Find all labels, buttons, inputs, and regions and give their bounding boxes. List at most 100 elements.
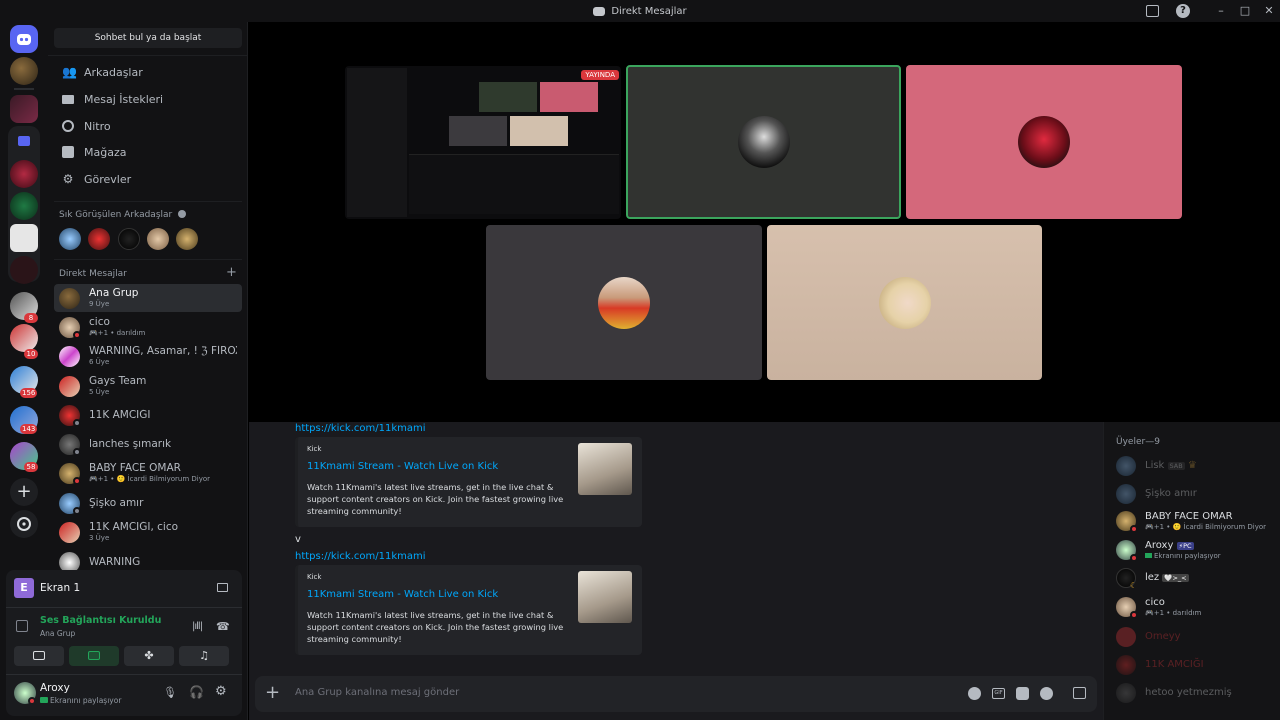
discover-button[interactable] xyxy=(10,510,38,538)
disconnect-icon[interactable]: ☎ xyxy=(216,620,230,633)
maximize-icon[interactable]: □ xyxy=(1238,4,1252,18)
close-icon[interactable]: ✕ xyxy=(1262,4,1276,18)
embed-title[interactable]: 11Kmami Stream - Watch Live on Kick xyxy=(307,461,498,472)
screen-share-tile[interactable]: YAYINDA xyxy=(345,66,621,219)
nav-shop[interactable]: Mağaza xyxy=(54,140,242,164)
divider xyxy=(6,674,242,675)
dm-item[interactable]: Gays Team 5 Üye xyxy=(54,372,242,400)
dm-subtext: 6 Üye xyxy=(89,358,110,366)
member-activity: 🎮+1 • darıldım xyxy=(1145,609,1202,617)
create-dm-icon[interactable]: + xyxy=(226,265,237,280)
embed-description: Watch 11Kmami's latest live streams, get… xyxy=(307,482,564,516)
info-icon[interactable] xyxy=(178,210,187,218)
server-icon[interactable] xyxy=(10,256,38,284)
nav-nitro[interactable]: Nitro xyxy=(54,114,242,138)
help-icon[interactable]: ? xyxy=(1176,4,1190,18)
add-server-icon[interactable]: + xyxy=(10,478,38,506)
connection-strength-icon[interactable] xyxy=(16,620,28,632)
participant-tile[interactable] xyxy=(767,225,1042,380)
emoji-icon[interactable] xyxy=(1040,687,1053,700)
participant-tile[interactable] xyxy=(906,65,1182,219)
dm-item[interactable]: BABY FACE OMAR 🎮+1 • 🙂 İcardi Bilmiyorum… xyxy=(54,459,242,487)
avatar xyxy=(59,346,80,367)
popout-stream-icon[interactable] xyxy=(217,583,228,592)
divider xyxy=(6,607,242,608)
stream-preview-chat xyxy=(409,154,619,214)
participant-tile-speaking[interactable] xyxy=(626,65,901,219)
emoji-sticker-icon[interactable] xyxy=(968,687,981,700)
voice-channel-name[interactable]: Ana Grup xyxy=(40,629,75,638)
server-icon[interactable] xyxy=(10,324,38,352)
frequent-friend-avatar[interactable] xyxy=(176,228,198,250)
gif-icon[interactable]: GIF xyxy=(992,688,1005,699)
deafen-headphones-icon[interactable]: 🎧 xyxy=(189,685,204,699)
message-link[interactable]: https://kick.com/11kmami xyxy=(295,423,426,434)
member-item[interactable]: Omeyy xyxy=(1114,624,1274,650)
mention-badge: 10 xyxy=(24,349,38,359)
member-item[interactable]: BABY FACE OMAR 🎮+1 • 🙂 İcardi Bilmiyorum… xyxy=(1114,508,1274,534)
server-icon[interactable] xyxy=(10,192,38,220)
minimize-icon[interactable]: – xyxy=(1214,4,1228,18)
screen-share-button[interactable] xyxy=(69,646,119,666)
member-item[interactable]: ☾ lez 🤍>_< xyxy=(1114,565,1274,591)
user-name[interactable]: Aroxy xyxy=(40,682,70,694)
participant-avatar xyxy=(1018,116,1070,168)
member-item[interactable]: cico 🎮+1 • darıldım xyxy=(1114,594,1274,620)
dm-name: lanches şımarık xyxy=(89,438,172,450)
user-settings-gear-icon[interactable]: ⚙ xyxy=(215,684,227,699)
offline-status-icon xyxy=(73,448,81,456)
activities-button[interactable]: ✤ xyxy=(124,646,174,666)
message-link[interactable]: https://kick.com/11kmami xyxy=(295,551,426,562)
dnd-status-icon xyxy=(1130,611,1138,619)
stream-title: Ekran 1 xyxy=(40,582,81,594)
message-input[interactable]: Ana Grup kanalına mesaj gönder xyxy=(295,687,915,698)
embed-title[interactable]: 11Kmami Stream - Watch Live on Kick xyxy=(307,589,498,600)
dm-item[interactable]: Şişko amır xyxy=(54,489,242,517)
dm-item[interactable]: WARNING, Asamar, ! ℨ FİROX... 6 Üye xyxy=(54,342,242,370)
embed-provider: Kick xyxy=(307,573,322,581)
member-item[interactable]: Aroxy ⚡PC Ekranını paylaşıyor xyxy=(1114,537,1274,563)
noise-suppression-icon[interactable]: |ıll| xyxy=(192,621,203,632)
link-embed: Kick 11Kmami Stream - Watch Live on Kick… xyxy=(295,565,642,655)
sticker-icon[interactable] xyxy=(1016,687,1029,700)
inbox-icon[interactable] xyxy=(1146,5,1159,17)
gift-icon[interactable] xyxy=(1073,687,1086,699)
nav-quests[interactable]: ⚙ Görevler xyxy=(54,167,242,191)
attach-plus-icon[interactable]: + xyxy=(265,682,280,704)
frequent-friend-avatar[interactable] xyxy=(118,228,140,250)
frequent-friend-avatar[interactable] xyxy=(59,228,81,250)
nav-message-requests[interactable]: Mesaj İstekleri xyxy=(54,87,242,111)
member-item[interactable]: hetoo yetmezmiş xyxy=(1114,680,1274,706)
find-conversation-button[interactable]: Sohbet bul ya da başlat xyxy=(54,28,242,48)
server-icon[interactable] xyxy=(10,160,38,188)
server-folder[interactable] xyxy=(8,126,40,284)
mute-mic-icon[interactable]: 🎙 xyxy=(163,686,177,699)
dm-subtext: 3 Üye xyxy=(89,534,110,542)
dm-item[interactable]: 11K AMCIĞI, cico 3 Üye xyxy=(54,518,242,546)
home-button[interactable] xyxy=(10,25,38,53)
frequent-friend-avatar[interactable] xyxy=(147,228,169,250)
member-item[interactable]: Şişko amır xyxy=(1114,481,1274,507)
server-icon[interactable] xyxy=(10,57,38,85)
title-bar: Direkt Mesajlar ? – □ ✕ xyxy=(0,0,1280,22)
soundboard-button[interactable]: ♫ xyxy=(179,646,229,666)
dm-item[interactable]: cico 🎮+1 • darıldım xyxy=(54,313,242,341)
member-name-text: lez xyxy=(1145,572,1160,583)
dm-item-ana-grup[interactable]: Ana Grup 9 Üye xyxy=(54,284,242,312)
embed-thumbnail[interactable] xyxy=(578,571,632,623)
nav-label: Nitro xyxy=(84,119,111,133)
participant-tile[interactable] xyxy=(486,225,762,380)
nav-friends[interactable]: 👥 Arkadaşlar xyxy=(54,60,242,84)
voice-status[interactable]: Ses Bağlantısı Kuruldu xyxy=(40,615,161,626)
member-item[interactable]: 11K AMCIĞI xyxy=(1114,652,1274,678)
server-icon[interactable] xyxy=(10,95,38,123)
camera-toggle-button[interactable] xyxy=(14,646,64,666)
avatar xyxy=(59,376,80,397)
member-item[interactable]: Lisk SAB ♛ xyxy=(1114,453,1274,479)
dm-item[interactable]: 11K AMCIĞI xyxy=(54,401,242,429)
member-name: Lisk SAB ♛ xyxy=(1145,460,1197,471)
frequent-friend-avatar[interactable] xyxy=(88,228,110,250)
server-icon[interactable] xyxy=(10,224,38,252)
embed-thumbnail[interactable] xyxy=(578,443,632,495)
dm-item[interactable]: lanches şımarık xyxy=(54,430,242,458)
